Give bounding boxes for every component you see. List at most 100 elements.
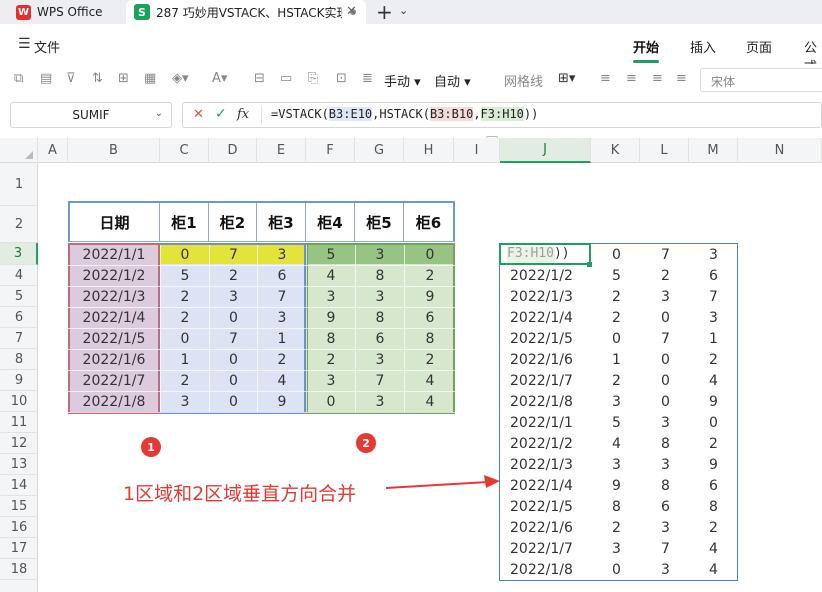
result-value-cell[interactable]: 3 [690, 307, 737, 328]
fx-icon[interactable]: fx [237, 107, 249, 122]
hamburger-icon[interactable]: ☰ [18, 36, 31, 52]
result-value-cell[interactable]: 3 [641, 454, 690, 475]
result-value-cell[interactable]: 3 [641, 517, 690, 538]
value-cell[interactable]: 7 [209, 245, 257, 266]
manual-calc-button[interactable]: 手动 ▾ [384, 71, 421, 90]
fill-color-icon[interactable]: ◈▾ [172, 71, 189, 86]
row-header-7[interactable]: 7 [0, 328, 38, 349]
value-cell[interactable]: 0 [209, 392, 257, 413]
align-justify-icon[interactable]: ≡ [676, 71, 687, 86]
merge-icon[interactable]: ⊟ [254, 71, 265, 86]
result-date-cell[interactable]: 2022/1/5 [500, 328, 592, 349]
menu-insert[interactable]: 插入 [690, 37, 716, 56]
row-header-16[interactable]: 16 [0, 517, 38, 538]
column-header-g[interactable]: G [355, 138, 404, 163]
result-value-cell[interactable]: 0 [592, 559, 641, 580]
value-cell[interactable]: 3 [160, 392, 209, 413]
value-cell[interactable]: 7 [355, 371, 404, 392]
row-header-17[interactable]: 17 [0, 538, 38, 559]
row-header-13[interactable]: 13 [0, 454, 38, 475]
result-value-cell[interactable]: 8 [690, 496, 737, 517]
result-value-cell[interactable]: 6 [690, 265, 737, 286]
value-cell[interactable]: 8 [355, 266, 404, 287]
result-date-cell[interactable]: 2022/1/4 [500, 307, 592, 328]
result-value-cell[interactable]: 8 [641, 433, 690, 454]
column-header-l[interactable]: L [640, 138, 689, 163]
column-header-c[interactable]: C [160, 138, 209, 163]
value-cell[interactable]: 5 [160, 266, 209, 287]
result-value-cell[interactable]: 2 [641, 265, 690, 286]
row-header-4[interactable]: 4 [0, 265, 38, 286]
value-cell[interactable]: 6 [355, 329, 404, 350]
result-value-cell[interactable]: 3 [641, 412, 690, 433]
value-cell[interactable]: 4 [306, 266, 355, 287]
result-date-cell[interactable]: 2022/1/7 [500, 370, 592, 391]
sheet-icon[interactable]: ⊡ [336, 71, 347, 86]
close-tab-icon[interactable]: ✕ [346, 4, 357, 19]
align-right-icon[interactable]: ≡ [652, 71, 663, 86]
result-value-cell[interactable]: 6 [641, 496, 690, 517]
result-value-cell[interactable]: 7 [641, 538, 690, 559]
result-date-cell[interactable]: 2022/1/5 [500, 496, 592, 517]
result-date-cell[interactable]: 2022/1/1 [500, 412, 592, 433]
result-value-cell[interactable]: 2 [592, 517, 641, 538]
value-cell[interactable]: 8 [306, 329, 355, 350]
result-date-cell[interactable]: 2022/1/6 [500, 517, 592, 538]
formula-input[interactable]: ✕ ✓ fx =VSTACK(B3:E10,HSTACK(B3:B10,F3:H… [182, 102, 822, 128]
result-value-cell[interactable]: 7 [690, 286, 737, 307]
tab-list-chevron-icon[interactable]: ⌄ [399, 4, 408, 17]
auto-calc-button[interactable]: 自动 ▾ [434, 71, 471, 90]
row-header-2[interactable]: 2 [0, 206, 38, 243]
result-value-cell[interactable]: 9 [690, 454, 737, 475]
value-cell[interactable]: 0 [306, 392, 355, 413]
value-cell[interactable]: 2 [404, 350, 455, 371]
value-cell[interactable]: 1 [257, 329, 306, 350]
result-value-cell[interactable]: 5 [592, 412, 641, 433]
result-value-cell[interactable]: 3 [592, 538, 641, 559]
value-cell[interactable]: 0 [160, 329, 209, 350]
date-cell[interactable]: 2022/1/7 [68, 371, 160, 392]
result-value-cell[interactable]: 4 [592, 433, 641, 454]
row-header-18[interactable]: 18 [0, 559, 38, 580]
value-cell[interactable]: 6 [257, 266, 306, 287]
result-value-cell[interactable]: 7 [641, 244, 690, 265]
value-cell[interactable]: 8 [355, 308, 404, 329]
row-header-5[interactable]: 5 [0, 286, 38, 307]
value-cell[interactable]: 3 [257, 245, 306, 266]
column-header-h[interactable]: H [404, 138, 454, 163]
result-value-cell[interactable]: 9 [592, 475, 641, 496]
result-value-cell[interactable]: 2 [690, 349, 737, 370]
result-date-cell[interactable]: 2022/1/8 [500, 559, 592, 580]
result-value-cell[interactable]: 2 [690, 433, 737, 454]
result-value-cell[interactable]: 2 [592, 370, 641, 391]
result-date-cell[interactable]: 2022/1/3 [500, 454, 592, 475]
value-cell[interactable]: 0 [160, 245, 209, 266]
value-cell[interactable]: 3 [306, 371, 355, 392]
value-cell[interactable]: 1 [160, 350, 209, 371]
column-header-n[interactable]: N [738, 138, 822, 163]
result-value-cell[interactable]: 0 [641, 391, 690, 412]
value-cell[interactable]: 4 [404, 371, 455, 392]
value-cell[interactable]: 9 [306, 308, 355, 329]
value-cell[interactable]: 2 [306, 350, 355, 371]
result-value-cell[interactable]: 4 [690, 538, 737, 559]
value-cell[interactable]: 5 [306, 245, 355, 266]
result-value-cell[interactable]: 3 [641, 559, 690, 580]
result-date-cell[interactable]: 2022/1/3 [500, 286, 592, 307]
menu-home[interactable]: 开始 [633, 37, 659, 56]
value-cell[interactable]: 2 [160, 287, 209, 308]
font-color-icon[interactable]: A▾ [212, 71, 227, 86]
row-header-1[interactable]: 1 [0, 163, 38, 206]
value-cell[interactable]: 7 [257, 287, 306, 308]
date-cell[interactable]: 2022/1/1 [68, 245, 160, 266]
result-value-cell[interactable]: 9 [690, 391, 737, 412]
value-cell[interactable]: 0 [209, 308, 257, 329]
result-date-cell[interactable]: 2022/1/6 [500, 349, 592, 370]
row-header-9[interactable]: 9 [0, 370, 38, 391]
borders-icon[interactable]: ⊞▾ [558, 71, 575, 86]
result-date-cell[interactable]: 2022/1/4 [500, 475, 592, 496]
column-header-k[interactable]: K [591, 138, 640, 163]
value-cell[interactable]: 6 [404, 308, 455, 329]
result-value-cell[interactable]: 3 [690, 244, 737, 265]
result-date-cell[interactable]: 2022/1/8 [500, 391, 592, 412]
